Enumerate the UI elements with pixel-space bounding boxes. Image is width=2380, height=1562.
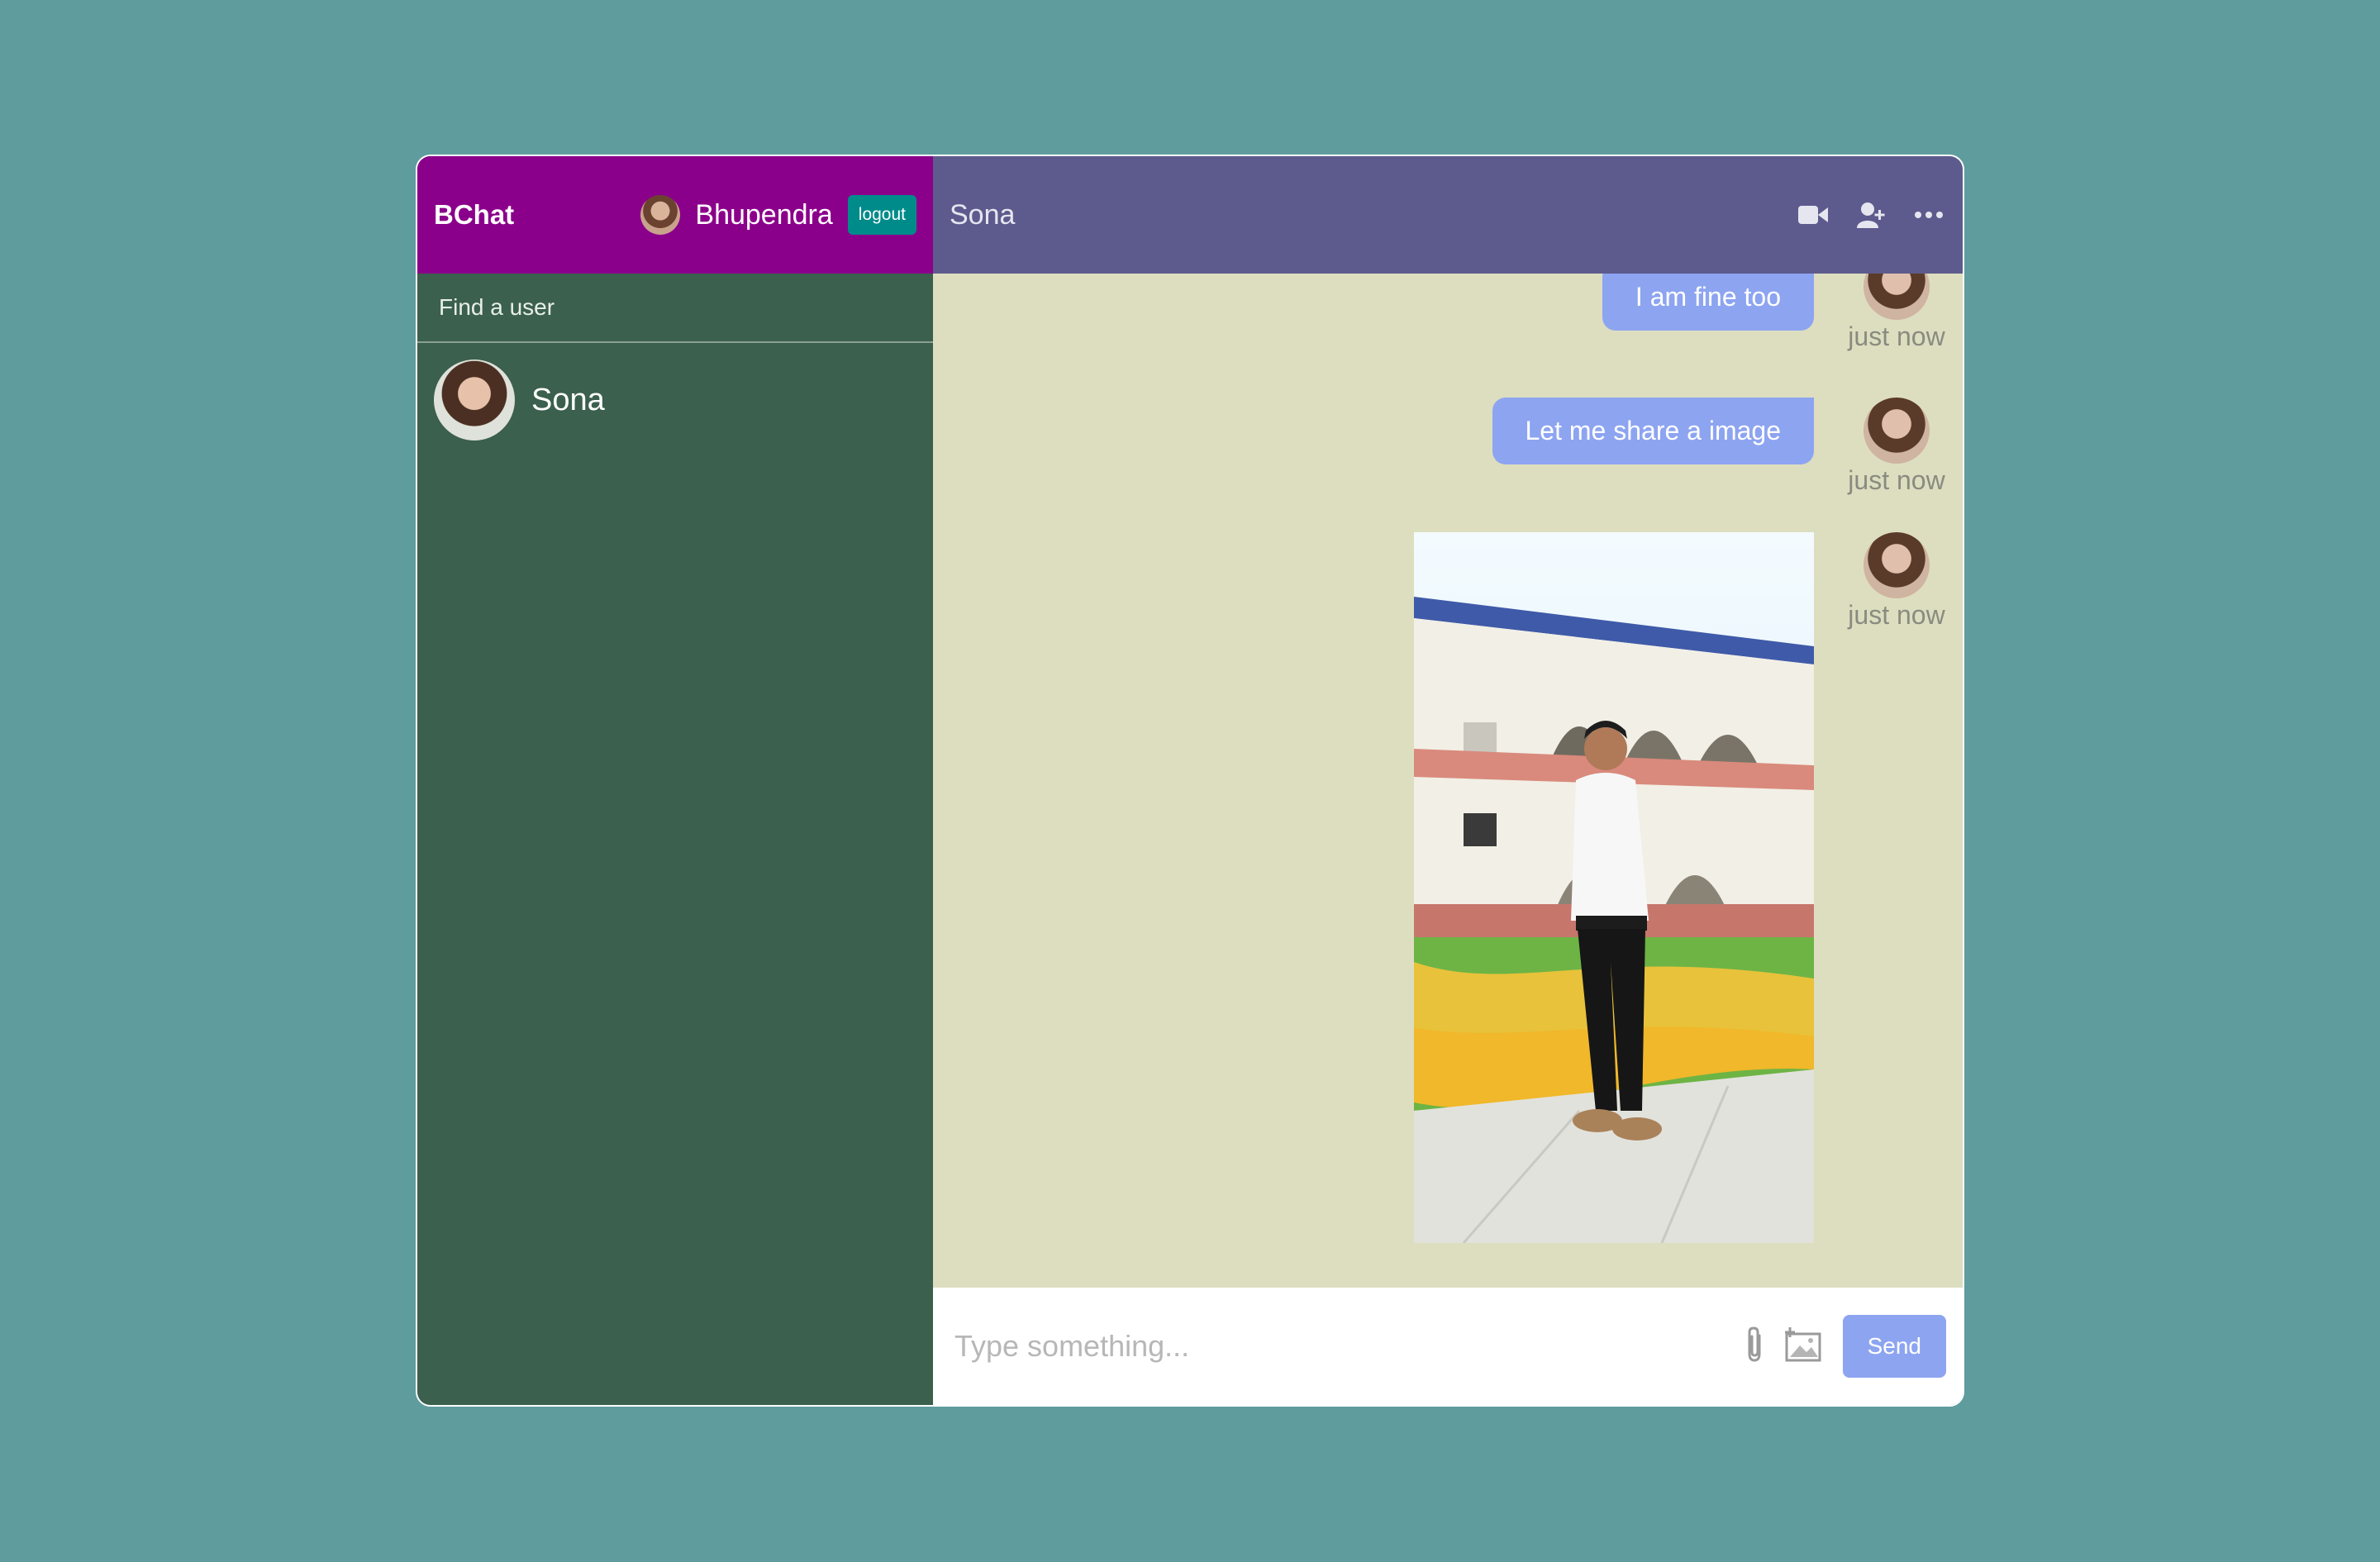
sender-avatar: [1864, 398, 1930, 464]
chat-actions: [1796, 198, 1946, 232]
shared-photo[interactable]: [1414, 532, 1814, 1243]
more-options-icon[interactable]: [1911, 198, 1946, 232]
current-user: Bhupendra logout: [640, 195, 916, 235]
message-bubble: I am fine too: [1602, 274, 1814, 331]
message-content: [1414, 532, 1814, 1243]
current-user-name: Bhupendra: [695, 198, 833, 231]
sender-avatar: [1864, 274, 1930, 320]
navbar: BChat Bhupendra logout: [417, 156, 933, 274]
chat-app-window: BChat Bhupendra logout Sona Sona: [416, 155, 1964, 1407]
current-user-avatar: [640, 195, 681, 235]
contact-avatar: [434, 360, 515, 441]
message: just now: [1414, 532, 1946, 1243]
add-user-icon[interactable]: [1854, 198, 1888, 232]
sidebar: BChat Bhupendra logout Sona: [417, 156, 933, 1405]
message-input-bar: Send: [933, 1288, 1963, 1405]
message-input[interactable]: [953, 1328, 1744, 1364]
add-image-icon[interactable]: [1784, 1326, 1823, 1366]
message-bubble: Let me share a image: [1492, 398, 1814, 464]
message-info: just now: [1847, 274, 1946, 352]
chat-panel: Sona just now I am fine too just now Let…: [933, 156, 1963, 1405]
user-search-input[interactable]: [437, 293, 913, 321]
message-info: just now: [1847, 532, 1946, 1243]
user-search: [417, 274, 933, 343]
send-button[interactable]: Send: [1842, 1315, 1946, 1378]
attach-file-icon[interactable]: [1744, 1326, 1765, 1368]
sender-avatar: [1864, 532, 1930, 598]
message-content: Let me share a image: [1492, 398, 1814, 496]
message: just now I am fine too: [1602, 274, 1946, 352]
contact-name: Sona: [531, 382, 605, 417]
message-info: just now: [1847, 398, 1946, 496]
chat-title: Sona: [950, 198, 1016, 231]
video-camera-icon[interactable]: [1796, 198, 1830, 232]
message-list[interactable]: just now I am fine too just now Let me s…: [933, 274, 1963, 1288]
chat-list-item[interactable]: Sona: [417, 343, 933, 457]
chat-header: Sona: [933, 156, 1963, 274]
logout-button[interactable]: logout: [847, 195, 916, 235]
message-time: just now: [1848, 600, 1945, 630]
message-time: just now: [1848, 465, 1945, 495]
message-time: just now: [1848, 321, 1945, 351]
app-logo: BChat: [434, 199, 515, 230]
message-content: I am fine too: [1602, 274, 1814, 352]
message: just now Let me share a image: [1492, 398, 1947, 496]
send-tools: Send: [1744, 1315, 1946, 1378]
